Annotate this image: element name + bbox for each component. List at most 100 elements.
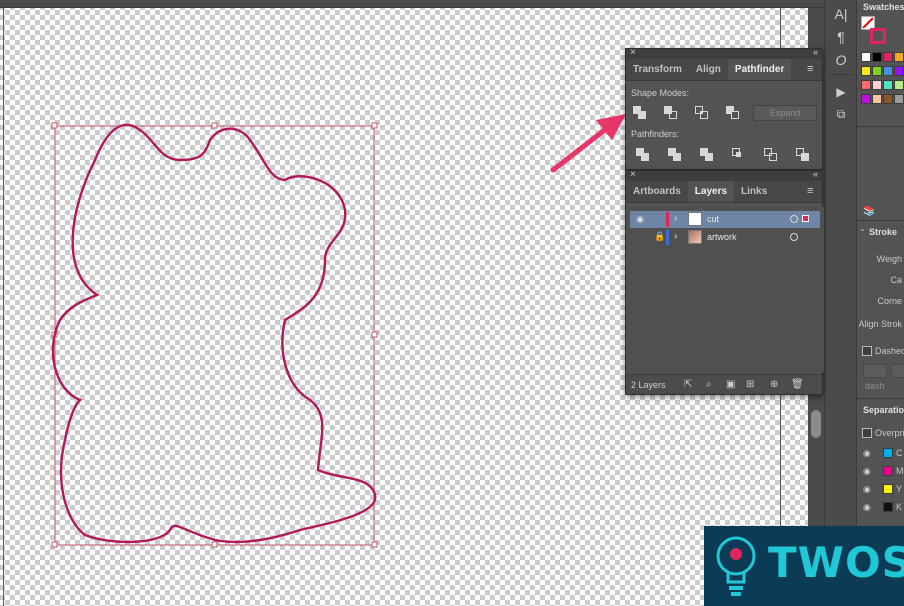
swatch[interactable] [861,52,871,62]
delete-icon[interactable]: 🗑 [791,379,804,390]
swatch[interactable] [861,80,871,90]
layer-thumbnail [688,212,702,226]
character-icon[interactable]: A| [831,4,851,24]
layers-footer: 2 Layers ⇱ ⌕ ▣ ⊞ ⊕ 🗑 [626,374,822,394]
swatch[interactable] [872,80,882,90]
watermark-text: TWOS [768,538,904,587]
swatch[interactable] [883,94,893,104]
exclude-button[interactable] [724,104,744,122]
scrollbar-thumb[interactable] [811,410,821,438]
stroke-swatch[interactable] [870,28,886,44]
swatch[interactable] [894,80,904,90]
stroke-title[interactable]: Stroke [869,227,897,237]
minus-front-button[interactable] [662,104,682,122]
layers-tabs: Artboards Layers Links ≡ [626,181,822,203]
swatch[interactable] [894,94,904,104]
layer-row[interactable]: 🔒 › artwork [630,229,820,246]
dash-field[interactable] [863,364,887,378]
gap-field[interactable] [891,364,904,378]
lightbulb-logo-icon [716,536,756,596]
new-layer-icon[interactable]: ⊕ [770,379,778,390]
dash-label: dash [865,381,885,391]
layer-count: 2 Layers [631,380,666,390]
swatch[interactable] [861,66,871,76]
layer-row[interactable]: ◉ › cut [630,211,820,228]
swatch[interactable] [883,80,893,90]
swatch[interactable] [894,66,904,76]
divide-button[interactable] [634,146,654,164]
expand-triangle-icon[interactable]: › [674,231,677,242]
swatch[interactable] [883,52,893,62]
ink-visibility-eye-icon[interactable]: ◉ [863,448,871,459]
swatch[interactable] [861,94,871,104]
visibility-eye-icon[interactable]: ◉ [634,214,646,224]
ink-swatch [883,502,893,512]
collapse-icon[interactable]: « [813,169,818,179]
close-icon[interactable]: × [630,169,636,180]
stroke-expand-icon[interactable]: ⌃ [859,228,866,237]
intersect-button[interactable] [693,104,713,122]
swatch[interactable] [894,52,904,62]
layers-tab-links[interactable]: Links [734,181,774,202]
visibility-eye-icon[interactable] [634,232,646,242]
expand-button[interactable]: Expand [753,105,817,121]
paragraph-icon[interactable]: ¶ [831,27,851,47]
ink-visibility-eye-icon[interactable]: ◉ [863,484,871,495]
layers-tab-artboards[interactable]: Artboards [626,181,688,202]
pathfinder-tabs: Transform Align Pathfinder ≡ [626,59,822,81]
locate-object-icon[interactable]: ⌕ [706,379,712,390]
clipping-mask-icon[interactable]: ▣ [726,379,735,390]
trim-button[interactable] [666,146,686,164]
ink-label: Y [896,484,903,494]
cut-outline-path[interactable] [51,123,377,544]
pathfinder-tab-align[interactable]: Align [689,59,728,80]
opentype-icon[interactable]: O [831,50,851,70]
selection-bounding-box[interactable] [54,125,375,546]
actions-play-icon[interactable]: ▶ [831,82,851,102]
lock-icon[interactable]: 🔒 [654,231,665,242]
dashed-checkbox[interactable] [862,346,872,356]
collapse-icon[interactable]: « [813,47,818,57]
swatch[interactable] [872,52,882,62]
layer-name[interactable]: artwork [707,232,737,242]
separations-title[interactable]: Separatio [863,405,904,415]
new-sublayer-icon[interactable]: ⊞ [746,379,754,390]
layer-name[interactable]: cut [707,214,719,224]
target-circle-icon[interactable] [790,215,798,223]
unite-button[interactable] [631,104,651,122]
export-icon[interactable]: ⇱ [684,379,692,390]
ink-label: C [896,448,903,458]
swatch[interactable] [872,94,882,104]
swatch[interactable] [883,66,893,76]
layers-tab-layers[interactable]: Layers [687,181,735,202]
ink-label: K [896,502,903,512]
ink-visibility-eye-icon[interactable]: ◉ [863,466,871,477]
align-stroke-label: Align Strok [858,319,902,329]
panel-menu-icon[interactable]: ≡ [807,64,817,75]
ink-swatch [883,466,893,476]
artboards-icon[interactable]: ⧉ [831,104,851,124]
merge-button[interactable] [698,146,718,164]
panel-header[interactable]: × « [626,169,822,181]
divider [857,126,904,127]
target-circle-icon[interactable] [790,233,798,241]
ink-swatch [883,484,893,494]
panel-header[interactable]: × « [626,47,822,59]
close-icon[interactable]: × [630,47,636,58]
pathfinder-tab-transform[interactable]: Transform [626,59,689,80]
swatches-title[interactable]: Swatches [863,2,904,12]
weight-label: Weigh [876,254,902,264]
swatch-libraries-icon[interactable]: 📚 [863,206,875,217]
selection-indicator [802,215,809,222]
outline-button[interactable] [762,146,782,164]
bounding-box-handles[interactable] [51,122,378,548]
expand-triangle-icon[interactable]: › [674,213,677,224]
panel-menu-icon[interactable]: ≡ [807,186,817,197]
crop-button[interactable] [730,146,750,164]
swatch[interactable] [872,66,882,76]
right-panel-dock: Swatches 📚 Stroke ⌃ Weigh Ca Corne Align… [856,0,904,606]
overprint-checkbox[interactable] [862,428,872,438]
ink-visibility-eye-icon[interactable]: ◉ [863,502,871,513]
pathfinder-tab-pathfinder[interactable]: Pathfinder [727,59,792,80]
minus-back-button[interactable] [794,146,814,164]
